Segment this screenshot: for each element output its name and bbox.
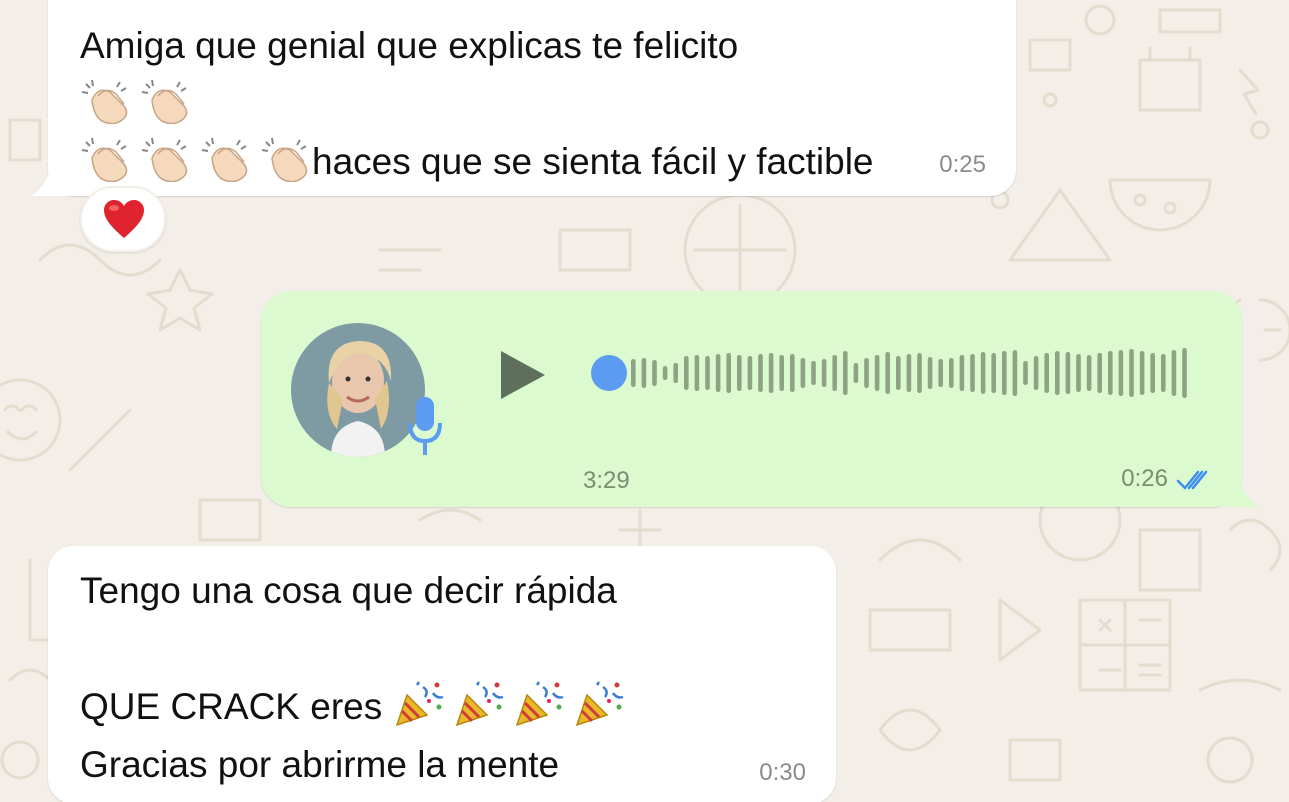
message-text: Tengo una cosa que decir rápida QUE CRAC… [80, 562, 810, 794]
waveform-bar [1023, 361, 1028, 385]
bubble-tail [30, 166, 70, 196]
play-icon[interactable] [499, 349, 547, 401]
clapping-hands-emoji-icon [141, 79, 188, 124]
waveform-bar [1033, 356, 1039, 390]
waveform-bar [631, 359, 636, 387]
waveform-bar [641, 358, 647, 388]
waveform-bar [1012, 350, 1018, 396]
waveform-bar [1044, 353, 1049, 393]
sender-avatar[interactable] [291, 323, 425, 457]
message-line-1-text: Tengo una cosa que decir rápida [80, 570, 617, 611]
waveform-bar [694, 355, 700, 391]
waveform-bar [1182, 348, 1187, 398]
waveform-bar [1097, 353, 1102, 393]
clapping-hands-emoji-icon [261, 137, 308, 182]
waveform-bar [1002, 351, 1007, 395]
waveform-bar [1076, 354, 1081, 392]
waveform-bar [758, 354, 763, 392]
waveform-bar [1139, 351, 1145, 395]
waveform-bar [662, 366, 668, 380]
waveform-bar [843, 351, 848, 395]
message-line-2-text: haces que se sienta fácil y factible [312, 141, 874, 182]
microphone-icon [408, 397, 442, 455]
message-timestamp: 0:26 [1121, 465, 1168, 492]
waveform-bar [684, 356, 689, 390]
waveform-bar [1055, 351, 1060, 395]
waveform-bar [726, 353, 731, 393]
party-popper-emoji-icon [395, 681, 443, 727]
waveform-bar [1086, 355, 1092, 391]
clapping-hands-emoji-icon [81, 137, 128, 182]
message-timestamp: 0:30 [759, 759, 806, 786]
waveform-bar [927, 357, 933, 389]
waveform-bar [853, 363, 859, 383]
clapping-hands-emoji-icon [81, 79, 128, 124]
waveform-bar [991, 353, 996, 393]
waveform-bar [811, 361, 816, 385]
waveform-bar [800, 358, 806, 388]
waveform-bar [779, 355, 784, 391]
waveform-bar [715, 354, 721, 392]
party-popper-emoji-icon [515, 681, 563, 727]
waveform-bar [768, 353, 774, 393]
waveform-bar [1129, 349, 1134, 397]
waveform-bar [1171, 350, 1177, 396]
waveform-bar [896, 356, 901, 390]
waveform-bar [885, 352, 890, 394]
waveform-bar [949, 358, 954, 388]
message-bubble-incoming[interactable]: Tengo una cosa que decir rápida QUE CRAC… [48, 546, 836, 802]
message-line-3-text: Gracias por abrirme la mente [80, 744, 560, 785]
red-heart-icon [104, 200, 144, 238]
waveform-bar [970, 354, 975, 392]
waveform-bar [874, 355, 880, 391]
waveform-bar [821, 359, 827, 387]
audio-waveform[interactable] [591, 343, 1201, 403]
waveform-bar [1161, 354, 1166, 392]
bubble-tail [1220, 477, 1260, 507]
party-popper-emoji-icon [575, 681, 623, 727]
waveform-bar [652, 360, 657, 386]
voice-message-bubble[interactable]: 3:29 0:26 [261, 291, 1260, 507]
message-bubble-incoming[interactable]: Amiga que genial que explicas te felicit… [30, 0, 1016, 196]
playback-scrubber-handle[interactable] [591, 355, 627, 391]
waveform-bar [1118, 350, 1124, 396]
waveform-bar [790, 354, 795, 392]
party-popper-emoji-icon [455, 681, 503, 727]
read-receipt-ticks-icon [1176, 470, 1208, 490]
waveform-bar [832, 355, 837, 391]
message-line-2-text: QUE CRACK eres [80, 686, 383, 727]
message-text: Amiga que genial que explicas te felicit… [80, 17, 995, 191]
waveform-bar [980, 352, 986, 394]
message-timestamp: 0:25 [939, 151, 986, 178]
waveform-bar [906, 354, 912, 392]
waveform-bar [747, 356, 753, 390]
reaction-badge[interactable] [80, 186, 166, 252]
waveform-bar [938, 359, 943, 387]
waveform-bar [705, 356, 710, 390]
waveform-bar [864, 358, 869, 388]
waveform-bar [959, 355, 965, 391]
waveform-bar [1150, 353, 1155, 393]
message-line-1-text: Amiga que genial que explicas te felicit… [80, 25, 739, 66]
clapping-hands-emoji-icon [141, 137, 188, 182]
waveform-bar [737, 355, 742, 391]
waveform-bar [673, 363, 678, 383]
waveform-bar [1108, 351, 1113, 395]
clapping-hands-emoji-icon [201, 137, 248, 182]
voice-duration: 3:29 [583, 467, 630, 494]
waveform-bar [1065, 352, 1071, 394]
waveform-bar [917, 353, 922, 393]
